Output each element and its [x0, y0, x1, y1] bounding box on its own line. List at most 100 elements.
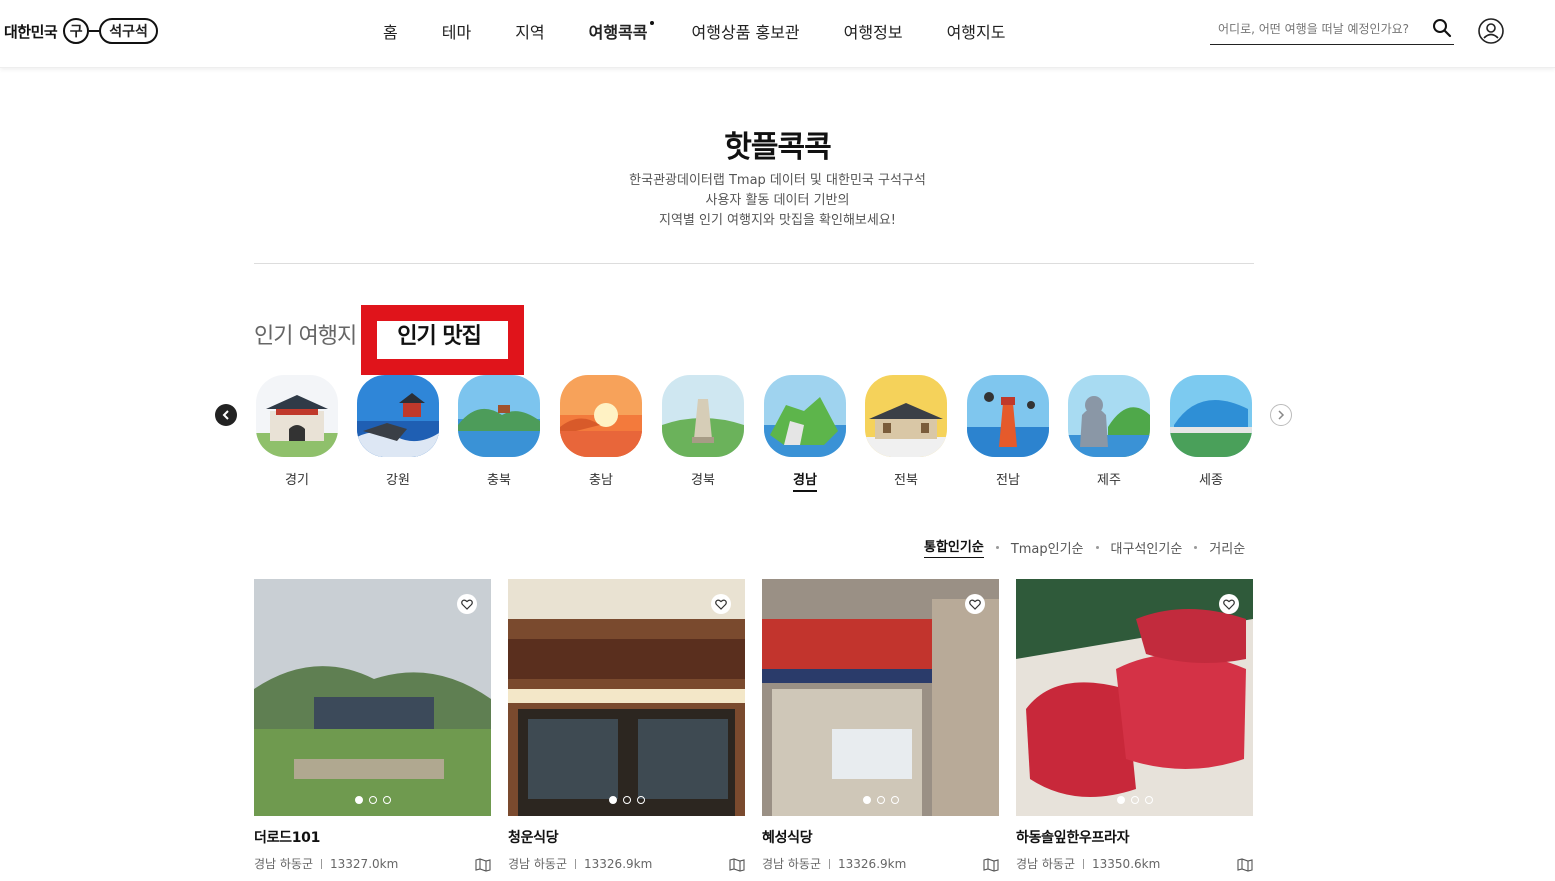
map-icon[interactable] — [475, 858, 491, 872]
region-label: 경남 — [793, 469, 817, 492]
region-label: 경북 — [691, 473, 715, 488]
card-image[interactable] — [762, 579, 999, 816]
logo-line — [89, 30, 100, 32]
restaurant-card[interactable]: 청운식당 경남 하동군 13326.9km — [508, 579, 745, 872]
photo-garden-building — [254, 579, 491, 816]
carousel-prev-button[interactable] — [215, 404, 237, 426]
image-pager — [1016, 796, 1253, 804]
meta-separator — [575, 858, 577, 869]
image-pager — [254, 796, 491, 804]
page-title: 핫플콕콕 — [724, 130, 831, 165]
intro-line: 사용자 활동 데이터 기반의 — [705, 193, 850, 208]
site-logo[interactable]: 대한민국 구 석구석 — [4, 16, 158, 46]
pager-dot[interactable] — [636, 796, 645, 804]
pager-dot[interactable] — [1130, 796, 1139, 804]
heart-icon[interactable] — [965, 594, 985, 614]
sort-tmap-popular[interactable]: Tmap인기순 — [1011, 538, 1084, 557]
tab-popular-destinations[interactable]: 인기 여행지 — [254, 318, 357, 350]
restaurant-card[interactable]: 혜성식당 경남 하동군 13326.9km — [762, 579, 999, 872]
pager-dot[interactable] — [1116, 796, 1125, 804]
sort-overall-popular[interactable]: 통합인기순 — [924, 536, 984, 558]
region-label: 전북 — [894, 473, 918, 488]
restaurant-card[interactable]: 더로드101 경남 하동군 13327.0km — [254, 579, 491, 872]
nav-region[interactable]: 지역 — [515, 19, 544, 43]
region-label: 제주 — [1097, 473, 1121, 488]
card-region: 경남 하동군 — [254, 857, 314, 871]
photo-restaurant-front — [508, 579, 745, 816]
chevron-right-icon — [1278, 410, 1285, 420]
nav-hotplace[interactable]: 여행콕콕 — [589, 19, 654, 43]
carousel-next-button[interactable] — [1270, 404, 1292, 426]
intro-line: 한국관광데이터랩 Tmap 데이터 및 대한민국 구석구석 — [629, 173, 926, 188]
region-item-gangwon[interactable]: 강원 — [357, 375, 439, 488]
sort-options: 통합인기순 Tmap인기순 대구석인기순 거리순 — [924, 536, 1245, 558]
region-item-jeonbuk[interactable]: 전북 — [865, 375, 947, 488]
region-item-sejong[interactable]: 세종 — [1170, 375, 1252, 488]
region-label: 경기 — [285, 473, 309, 488]
pager-dot[interactable] — [382, 796, 391, 804]
pager-dot[interactable] — [354, 796, 363, 804]
card-region: 경남 하동군 — [1016, 857, 1076, 871]
photo-raw-beef — [1016, 579, 1253, 816]
heart-icon[interactable] — [457, 594, 477, 614]
card-image[interactable] — [508, 579, 745, 816]
image-pager — [508, 796, 745, 804]
nav-theme[interactable]: 테마 — [442, 19, 471, 43]
heart-icon[interactable] — [1219, 594, 1239, 614]
pager-dot[interactable] — [368, 796, 377, 804]
card-image[interactable] — [254, 579, 491, 816]
pager-dot[interactable] — [890, 796, 899, 804]
card-region: 경남 하동군 — [508, 857, 568, 871]
gyeongnam-cliff-icon — [764, 375, 846, 457]
map-icon[interactable] — [729, 858, 745, 872]
highlight-box — [361, 305, 524, 375]
sort-daeguseok-popular[interactable]: 대구석인기순 — [1111, 538, 1183, 557]
pager-dot[interactable] — [1144, 796, 1153, 804]
search-icon[interactable] — [1432, 18, 1452, 38]
card-meta: 경남 하동군 13326.9km — [508, 855, 745, 872]
region-item-jeju[interactable]: 제주 — [1068, 375, 1150, 488]
card-meta: 경남 하동군 13326.9km — [762, 855, 999, 872]
card-meta: 경남 하동군 13327.0km — [254, 855, 491, 872]
site-header: 대한민국 구 석구석 홈 테마 지역 여행콕콕 여행상품 홍보관 여행정보 여행… — [0, 0, 1555, 68]
card-title[interactable]: 더로드101 — [254, 827, 491, 847]
card-image[interactable] — [1016, 579, 1253, 816]
logo-circle: 구 — [63, 18, 90, 44]
logo-text: 대한민국 — [4, 22, 58, 41]
pager-dot[interactable] — [876, 796, 885, 804]
jeonbuk-hanok-icon — [865, 375, 947, 457]
restaurant-card[interactable]: 하동솔잎한우프라자 경남 하동군 13350.6km — [1016, 579, 1253, 872]
nav-home[interactable]: 홈 — [383, 19, 398, 43]
sort-distance[interactable]: 거리순 — [1209, 538, 1245, 557]
gyeonggi-fortress-icon — [256, 375, 338, 457]
region-item-jeonnam[interactable]: 전남 — [967, 375, 1049, 488]
search-input[interactable] — [1210, 22, 1430, 36]
logo-pill: 석구석 — [99, 18, 158, 44]
nav-travel-map[interactable]: 여행지도 — [947, 19, 1006, 43]
image-pager — [762, 796, 999, 804]
nav-travel-info[interactable]: 여행정보 — [844, 19, 903, 43]
sort-separator — [1095, 545, 1099, 549]
region-item-gyeonggi[interactable]: 경기 — [256, 375, 338, 488]
region-item-gyeongnam[interactable]: 경남 — [764, 375, 846, 492]
region-item-chungbuk[interactable]: 충북 — [458, 375, 540, 488]
map-icon[interactable] — [1237, 858, 1253, 872]
pager-dot[interactable] — [862, 796, 871, 804]
pager-dot[interactable] — [608, 796, 617, 804]
region-label: 충북 — [487, 473, 511, 488]
card-title[interactable]: 혜성식당 — [762, 827, 999, 847]
card-title[interactable]: 하동솔잎한우프라자 — [1016, 827, 1253, 847]
intro-description: 한국관광데이터랩 Tmap 데이터 및 대한민국 구석구석 사용자 활동 데이터… — [0, 171, 1555, 231]
card-title[interactable]: 청운식당 — [508, 827, 745, 847]
map-icon[interactable] — [983, 858, 999, 872]
region-label: 충남 — [589, 473, 613, 488]
nav-product-promo[interactable]: 여행상품 홍보관 — [692, 19, 800, 43]
intro-line: 지역별 인기 여행지와 맛집을 확인해보세요! — [658, 213, 897, 228]
pager-dot[interactable] — [622, 796, 631, 804]
main-nav: 홈 테마 지역 여행콕콕 여행상품 홍보관 여행정보 여행지도 — [383, 18, 1005, 44]
region-item-gyeongbuk[interactable]: 경북 — [662, 375, 744, 488]
user-icon[interactable] — [1478, 18, 1504, 44]
heart-icon[interactable] — [711, 594, 731, 614]
region-item-chungnam[interactable]: 충남 — [560, 375, 642, 488]
section-divider — [254, 263, 1254, 264]
